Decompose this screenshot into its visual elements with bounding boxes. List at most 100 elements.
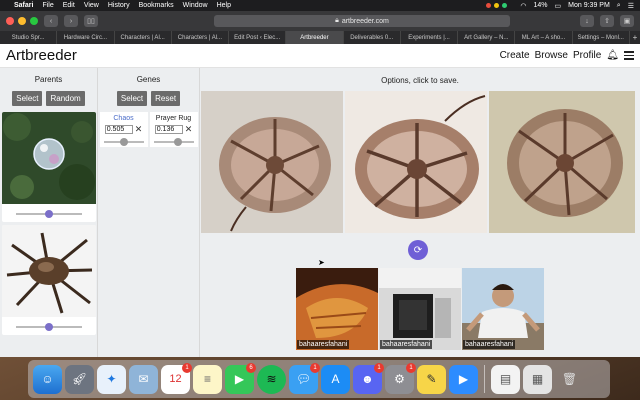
child-thumbnail[interactable]: bahaaresfahani bbox=[379, 268, 461, 350]
menu-history[interactable]: History bbox=[108, 2, 130, 9]
tab-experiments[interactable]: Experiments |... bbox=[401, 31, 459, 44]
forward-button[interactable]: › bbox=[64, 15, 78, 27]
hamburger-menu-icon[interactable] bbox=[624, 51, 634, 60]
tab-studio[interactable]: Studio Spr... bbox=[0, 31, 58, 44]
slider-knob[interactable] bbox=[44, 210, 53, 218]
download-icon[interactable]: ↓ bbox=[580, 15, 594, 27]
menu-bookmarks[interactable]: Bookmarks bbox=[139, 2, 174, 9]
tab-artbreeder[interactable]: Artbreeder bbox=[286, 31, 344, 44]
menu-edit[interactable]: Edit bbox=[63, 2, 75, 9]
genes-select-button[interactable]: Select bbox=[116, 91, 148, 106]
facetime-badge: 6 bbox=[246, 362, 256, 373]
menu-window[interactable]: Window bbox=[183, 2, 208, 9]
zoom-icon[interactable]: ▶ bbox=[449, 364, 478, 394]
parent-weight-slider[interactable] bbox=[15, 323, 82, 331]
calendar-icon[interactable]: 12 1 bbox=[161, 362, 192, 394]
battery-icon[interactable]: ▭ bbox=[555, 2, 562, 10]
parents-select-button[interactable]: Select bbox=[12, 91, 43, 106]
tab-characters-1[interactable]: Characters | Al... bbox=[115, 31, 172, 44]
back-button[interactable]: ‹ bbox=[44, 15, 58, 27]
menu-app-name[interactable]: Safari bbox=[14, 2, 33, 9]
trash-icon[interactable]: 🗑︎ bbox=[555, 365, 584, 394]
launchpad-icon[interactable]: 🚀︎ bbox=[65, 364, 94, 394]
control-center-icon[interactable]: ☰ bbox=[628, 2, 634, 10]
gene-name[interactable]: Chaos bbox=[113, 115, 133, 122]
slider-knob[interactable] bbox=[119, 138, 128, 146]
tab-overview-icon[interactable]: ▣ bbox=[620, 15, 634, 27]
search-icon[interactable]: ⌕ bbox=[617, 2, 621, 10]
document-icon[interactable]: ▤ bbox=[491, 364, 520, 394]
sidebar-toggle-icon[interactable]: ▯▯ bbox=[84, 15, 98, 27]
safari-icon[interactable]: ✦ bbox=[97, 364, 126, 394]
remove-gene-icon[interactable]: ✕ bbox=[185, 124, 193, 135]
gene-value-input[interactable]: 0.136 bbox=[154, 125, 183, 134]
facetime-icon[interactable]: ▶ 6 bbox=[225, 362, 256, 394]
option-image[interactable] bbox=[345, 91, 487, 233]
tab-deliverables[interactable]: Deliverables 0... bbox=[344, 31, 401, 44]
share-icon[interactable]: ⇧ bbox=[600, 15, 614, 27]
child-image bbox=[296, 268, 378, 350]
gene-value-input[interactable]: 0.505 bbox=[104, 125, 133, 134]
slider-knob[interactable] bbox=[44, 323, 53, 331]
parents-random-button[interactable]: Random bbox=[46, 91, 85, 106]
tab-characters-2[interactable]: Characters | Al... bbox=[172, 31, 230, 44]
spotify-icon[interactable]: ≋ bbox=[257, 364, 286, 394]
finder-icon[interactable]: ☺ bbox=[33, 364, 62, 394]
parent-card[interactable] bbox=[1, 112, 96, 222]
remove-gene-icon[interactable]: ✕ bbox=[135, 124, 143, 135]
menu-file[interactable]: File bbox=[42, 2, 53, 9]
stickies-icon[interactable]: ✎ bbox=[417, 364, 446, 394]
tab-art-gallery[interactable]: Art Gallery – N... bbox=[458, 31, 516, 44]
app-store-icon[interactable]: A bbox=[321, 364, 350, 394]
gene-slider[interactable] bbox=[103, 138, 144, 146]
child-thumbnail[interactable]: bahaaresfahani bbox=[296, 268, 378, 350]
child-author[interactable]: bahaaresfahani bbox=[463, 340, 516, 349]
refresh-options-icon[interactable]: ⟳ bbox=[408, 240, 428, 260]
options-title: Options, click to save. bbox=[381, 76, 459, 85]
tab-ml-art[interactable]: ML Art – A sho... bbox=[515, 31, 573, 44]
children-row: bahaaresfahani bahaaresfahani bahaaresfa… bbox=[296, 268, 544, 350]
option-image[interactable] bbox=[489, 91, 635, 233]
genes-reset-button[interactable]: Reset bbox=[151, 91, 181, 106]
system-preferences-icon[interactable]: ⚙ 1 bbox=[385, 362, 416, 394]
child-author[interactable]: bahaaresfahani bbox=[297, 340, 350, 349]
wifi-icon[interactable]: ◠ bbox=[520, 2, 526, 10]
parent-weight-slider[interactable] bbox=[15, 210, 82, 218]
artbreeder-logo[interactable]: Artbreeder bbox=[6, 47, 77, 64]
parent-card[interactable] bbox=[1, 225, 96, 335]
zoom-window-icon[interactable] bbox=[30, 17, 38, 25]
discord-icon[interactable]: ☻ 1 bbox=[353, 362, 384, 394]
url-text: artbreeder.com bbox=[341, 17, 389, 25]
bell-icon[interactable]: 🔔︎ bbox=[606, 50, 619, 61]
tab-settings[interactable]: Settings – Monl... bbox=[573, 31, 630, 44]
battery-percent[interactable]: 14% bbox=[534, 2, 548, 9]
dock: ☺ 🚀︎ ✦ ✉ 12 1 ≡ ▶ 6 ≋ 💬︎ 1 A ☻ 1 ⚙ 1 ✎ ▶… bbox=[28, 360, 610, 398]
tab-edit-post[interactable]: Edit Post ‹ Elec... bbox=[229, 31, 287, 44]
menu-view[interactable]: View bbox=[84, 2, 99, 9]
settings-badge: 1 bbox=[406, 362, 416, 373]
nav-profile[interactable]: Profile bbox=[573, 50, 601, 61]
new-tab-button[interactable]: + bbox=[630, 31, 640, 44]
minimize-window-icon[interactable] bbox=[18, 17, 26, 25]
messages-icon[interactable]: 💬︎ 1 bbox=[289, 362, 320, 394]
option-image[interactable] bbox=[201, 91, 343, 233]
child-thumbnail[interactable]: bahaaresfahani bbox=[462, 268, 544, 350]
address-bar[interactable]: 🔒︎ artbreeder.com bbox=[214, 15, 510, 27]
nav-browse[interactable]: Browse bbox=[535, 50, 568, 61]
status-icons bbox=[486, 3, 508, 8]
nav-create[interactable]: Create bbox=[500, 50, 530, 61]
child-author[interactable]: bahaaresfahani bbox=[380, 340, 433, 349]
downloads-icon[interactable]: ▦ bbox=[523, 364, 552, 394]
menu-help[interactable]: Help bbox=[217, 2, 231, 9]
status-dot-icon bbox=[486, 3, 492, 8]
notes-icon[interactable]: ≡ bbox=[193, 364, 222, 394]
gene-slider[interactable] bbox=[153, 138, 194, 146]
tab-hardware[interactable]: Hardware Circ... bbox=[57, 31, 115, 44]
preview-icon[interactable]: ✉ bbox=[129, 364, 158, 394]
gene-name[interactable]: Prayer Rug bbox=[156, 115, 191, 122]
window-controls bbox=[6, 17, 38, 25]
dock-separator bbox=[484, 365, 485, 393]
close-window-icon[interactable] bbox=[6, 17, 14, 25]
clock[interactable]: Mon 9:39 PM bbox=[568, 2, 610, 9]
slider-knob[interactable] bbox=[174, 138, 183, 146]
